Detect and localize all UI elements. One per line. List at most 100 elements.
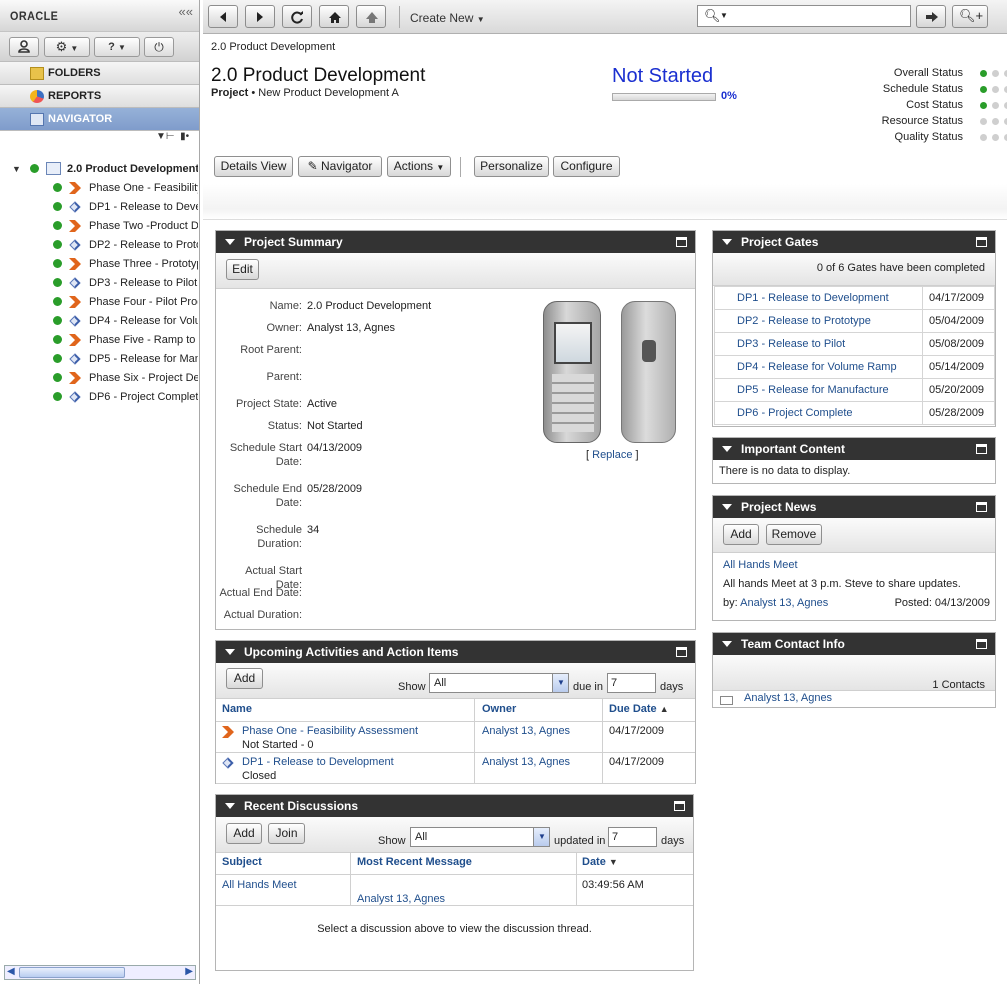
- edit-button[interactable]: Edit: [226, 259, 259, 280]
- forward-button[interactable]: [245, 5, 275, 28]
- expand-icon[interactable]: ▼: [12, 164, 21, 174]
- tree-item[interactable]: DP6 - Project Complete: [0, 388, 198, 407]
- chevron-down-icon[interactable]: ▼: [720, 11, 728, 20]
- nav-reports[interactable]: REPORTS: [0, 85, 199, 108]
- add-news-button[interactable]: Add: [723, 524, 759, 545]
- collapse-icon[interactable]: [225, 239, 235, 245]
- replace-link[interactable]: Replace: [592, 449, 632, 461]
- gate-name-link[interactable]: DP3 - Release to Pilot: [714, 332, 923, 356]
- contact-link[interactable]: Analyst 13, Agnes: [744, 692, 832, 704]
- table-row[interactable]: All Hands Meet Analyst 13, Agnes 03:49:5…: [216, 875, 693, 906]
- navigator-button[interactable]: ✎ Navigator: [298, 156, 382, 177]
- activity-name-link[interactable]: DP1 - Release to Development: [242, 756, 394, 768]
- activity-owner-link[interactable]: Analyst 13, Agnes: [482, 756, 570, 768]
- tree-item[interactable]: DP3 - Release to Pilot: [0, 274, 198, 293]
- advanced-search-button[interactable]: 🔍︎+: [952, 5, 988, 28]
- maximize-icon[interactable]: [976, 502, 987, 512]
- tree-item[interactable]: DP5 - Release for Manufacture: [0, 350, 198, 369]
- news-title-link[interactable]: All Hands Meet: [723, 559, 798, 571]
- collapse-icon[interactable]: [722, 504, 732, 510]
- gate-name-link[interactable]: DP5 - Release for Manufacture: [714, 378, 923, 402]
- user-button[interactable]: [9, 37, 39, 57]
- maximize-icon[interactable]: [976, 639, 987, 649]
- logout-button[interactable]: ⏻: [144, 37, 174, 57]
- collapse-icon[interactable]: [722, 446, 732, 452]
- collapse-panel-icon[interactable]: ««: [179, 4, 193, 19]
- updated-days-input[interactable]: 7: [608, 827, 657, 847]
- owner-link[interactable]: Analyst 13, Agnes: [307, 321, 395, 335]
- news-author-link[interactable]: Analyst 13, Agnes: [740, 597, 828, 609]
- help-button[interactable]: ? ▼: [94, 37, 140, 57]
- collapse-icon[interactable]: [225, 803, 235, 809]
- tree-item[interactable]: Phase Six - Project Delivery: [0, 369, 198, 388]
- tree-item[interactable]: Phase Five - Ramp to Volume: [0, 331, 198, 350]
- dropdown-arrow-icon[interactable]: ▼: [533, 828, 549, 846]
- search-go-button[interactable]: [916, 5, 946, 28]
- show-select[interactable]: All ▼: [429, 673, 569, 693]
- collapse-icon[interactable]: [722, 641, 732, 647]
- maximize-icon[interactable]: [674, 801, 685, 811]
- nav-folders[interactable]: FOLDERS: [0, 62, 199, 85]
- search-input[interactable]: 🔍︎ ▼: [697, 5, 911, 27]
- name-column-header[interactable]: Name: [222, 703, 252, 715]
- actions-button[interactable]: Actions ▼: [387, 156, 451, 177]
- collapse-icon[interactable]: [722, 239, 732, 245]
- table-row[interactable]: DP5 - Release for Manufacture 05/20/2009: [714, 378, 995, 402]
- horizontal-scrollbar[interactable]: ◀ ▶: [4, 965, 196, 980]
- discussion-author-link[interactable]: Analyst 13, Agnes: [357, 893, 445, 905]
- tree-item[interactable]: DP4 - Release for Volume Ramp: [0, 312, 198, 331]
- add-activity-button[interactable]: Add: [226, 668, 263, 689]
- scroll-right-icon[interactable]: ▶: [185, 966, 193, 977]
- date-column-header[interactable]: Date ▼: [582, 856, 618, 868]
- configure-button[interactable]: Configure: [553, 156, 620, 177]
- add-discussion-button[interactable]: Add: [226, 823, 262, 844]
- search-icon[interactable]: 🔍︎: [704, 8, 721, 24]
- show-select[interactable]: All ▼: [410, 827, 550, 847]
- subject-column-header[interactable]: Subject: [222, 856, 262, 868]
- breadcrumb[interactable]: 2.0 Product Development: [211, 41, 335, 53]
- maximize-icon[interactable]: [976, 237, 987, 247]
- back-button[interactable]: [208, 5, 238, 28]
- message-column-header[interactable]: Most Recent Message: [357, 856, 472, 868]
- filter-icon[interactable]: ▼⊢: [156, 131, 175, 142]
- dropdown-arrow-icon[interactable]: ▼: [552, 674, 568, 692]
- remove-news-button[interactable]: Remove: [766, 524, 822, 545]
- tree-item[interactable]: Phase Two -Product Development: [0, 217, 198, 236]
- due-date-column-header[interactable]: Due Date ▲: [609, 703, 669, 715]
- table-row[interactable]: DP1 - Release to Development Closed Analys…: [216, 753, 695, 784]
- settings-button[interactable]: ⚙ ▼: [44, 37, 90, 57]
- tree-item[interactable]: DP2 - Release to Prototype: [0, 236, 198, 255]
- table-row[interactable]: DP2 - Release to Prototype 05/04/2009: [714, 309, 995, 333]
- details-view-button[interactable]: Details View: [214, 156, 293, 177]
- maximize-icon[interactable]: [676, 237, 687, 247]
- gate-name-link[interactable]: DP6 - Project Complete: [714, 401, 923, 425]
- activity-owner-link[interactable]: Analyst 13, Agnes: [482, 725, 570, 737]
- tree-item[interactable]: Phase Four - Pilot Production: [0, 293, 198, 312]
- due-days-input[interactable]: 7: [607, 673, 656, 693]
- scroll-thumb[interactable]: [19, 967, 125, 978]
- tree-item[interactable]: Phase One - Feasibility Assessment: [0, 179, 198, 198]
- gate-name-link[interactable]: DP4 - Release for Volume Ramp: [714, 355, 923, 379]
- maximize-icon[interactable]: [676, 647, 687, 657]
- table-row[interactable]: Phase One - Feasibility Assessment Not St…: [216, 722, 695, 753]
- tree-item[interactable]: DP1 - Release to Development: [0, 198, 198, 217]
- refresh-button[interactable]: [282, 5, 312, 28]
- table-row[interactable]: DP1 - Release to Development 04/17/2009: [714, 286, 995, 310]
- collapse-icon[interactable]: [225, 649, 235, 655]
- maximize-icon[interactable]: [976, 444, 987, 454]
- tree-item[interactable]: Phase Three - Prototype: [0, 255, 198, 274]
- scroll-left-icon[interactable]: ◀: [7, 966, 15, 977]
- up-button[interactable]: [356, 5, 386, 28]
- gate-name-link[interactable]: DP1 - Release to Development: [714, 286, 923, 310]
- personalize-button[interactable]: Personalize: [474, 156, 549, 177]
- pin-icon[interactable]: ▮•: [180, 131, 189, 142]
- owner-column-header[interactable]: Owner: [482, 703, 516, 715]
- envelope-icon[interactable]: [720, 696, 733, 705]
- discussion-subject-link[interactable]: All Hands Meet: [222, 879, 297, 891]
- activity-name-link[interactable]: Phase One - Feasibility Assessment: [242, 725, 418, 737]
- table-row[interactable]: DP3 - Release to Pilot 05/08/2009: [714, 332, 995, 356]
- table-row[interactable]: DP4 - Release for Volume Ramp 05/14/2009: [714, 355, 995, 379]
- home-button[interactable]: [319, 5, 349, 28]
- gate-name-link[interactable]: DP2 - Release to Prototype: [714, 309, 923, 333]
- create-new-menu[interactable]: Create New ▼: [410, 11, 485, 25]
